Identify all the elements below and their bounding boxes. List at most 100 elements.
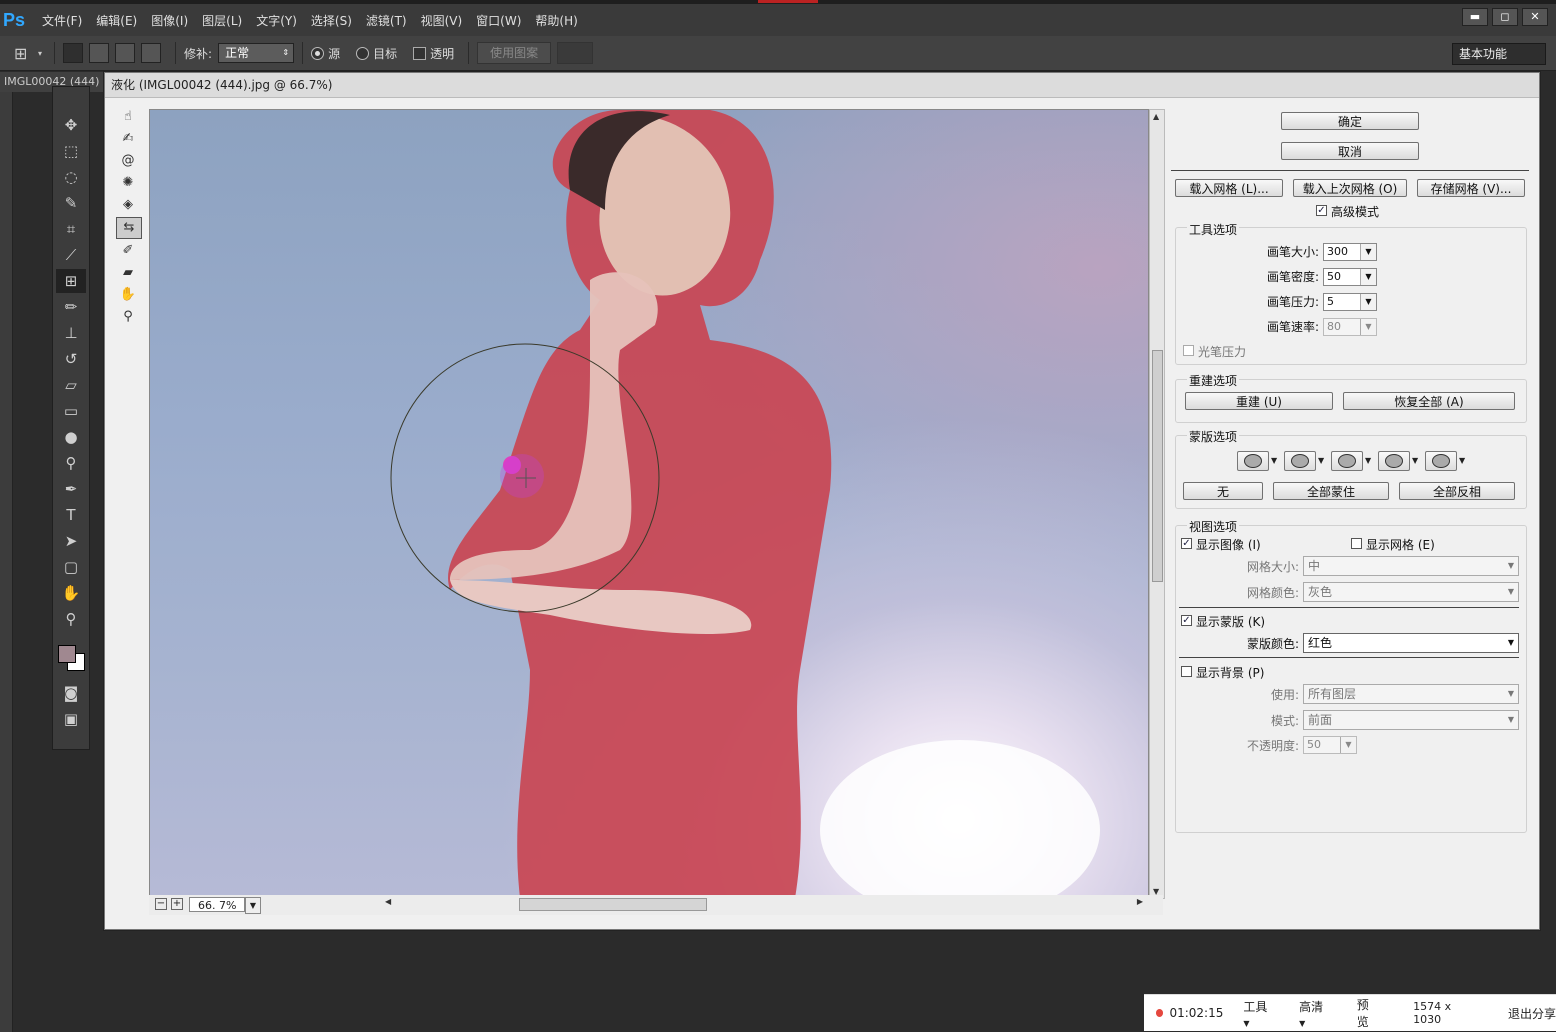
zoom-in-icon[interactable]: + (171, 898, 183, 910)
pucker-icon[interactable]: ✺ (116, 173, 140, 193)
show-image-checkbox[interactable]: ✓ (1181, 538, 1192, 549)
mask-all-button[interactable]: 全部蒙住 (1273, 482, 1389, 500)
menu-type[interactable]: 文字(Y) (256, 12, 297, 29)
brush-density-input[interactable]: 50 ▼ (1323, 268, 1377, 286)
menu-view[interactable]: 视图(V) (421, 12, 463, 29)
quick-mask-icon[interactable]: ◙ (56, 681, 86, 705)
stylus-pressure-checkbox[interactable] (1183, 345, 1194, 356)
recorder-quality-button[interactable]: 高清 ▼ (1299, 998, 1331, 1029)
forward-warp-icon[interactable]: ☝ (116, 107, 140, 127)
exit-share-button[interactable]: 退出分享 (1508, 1005, 1556, 1022)
mesh-color-select[interactable]: 灰色 ▼ (1303, 582, 1519, 602)
lasso-tool-icon[interactable]: ◌ (56, 165, 86, 189)
brush-pressure-input[interactable]: 5 ▼ (1323, 293, 1377, 311)
menu-help[interactable]: 帮助(H) (535, 12, 577, 29)
dropdown-arrow-icon[interactable]: ▼ (1360, 319, 1376, 335)
mask-none-button[interactable]: 无 (1183, 482, 1263, 500)
zoom-dropdown-icon[interactable]: ▼ (245, 897, 261, 914)
mask-replace-button[interactable] (1237, 451, 1269, 471)
gradient-tool-icon[interactable]: ▭ (56, 399, 86, 423)
load-mesh-button[interactable]: 载入网格 (L)... (1175, 179, 1283, 197)
menu-layer[interactable]: 图层(L) (202, 12, 242, 29)
marquee-tool-icon[interactable]: ⬚ (56, 139, 86, 163)
mask-invert-button[interactable] (1425, 451, 1457, 471)
dropdown-arrow-icon[interactable]: ▼ (1360, 294, 1376, 310)
show-mask-checkbox[interactable]: ✓ (1181, 615, 1192, 626)
recorder-preview-button[interactable]: 预览 (1357, 996, 1379, 1030)
type-tool-icon[interactable]: T (56, 503, 86, 527)
color-swatches[interactable] (53, 633, 89, 679)
screen-mode-icon[interactable]: ▣ (56, 707, 86, 731)
chevron-down-icon[interactable]: ▼ (1412, 456, 1418, 465)
menu-filter[interactable]: 滤镜(T) (366, 12, 407, 29)
minimize-button[interactable]: ▬ (1462, 8, 1488, 26)
opacity-input[interactable]: 50 ▼ (1303, 736, 1357, 754)
source-radio[interactable] (311, 46, 325, 60)
close-button[interactable]: ✕ (1522, 8, 1548, 26)
mode-select[interactable]: 前面 ▼ (1303, 710, 1519, 730)
cancel-button[interactable]: 取消 (1281, 142, 1419, 160)
mask-subtract-button[interactable] (1331, 451, 1363, 471)
show-backdrop-checkbox[interactable] (1181, 666, 1192, 677)
dropdown-arrow-icon[interactable]: ▼ (1340, 737, 1356, 753)
move-tool-icon[interactable]: ✥ (56, 113, 86, 137)
hand-tool-icon[interactable]: ✋ (56, 581, 86, 605)
zoom-out-icon[interactable]: − (155, 898, 167, 910)
new-selection-button[interactable] (63, 43, 84, 63)
horizontal-scrollbar[interactable]: ◀ ▶ (385, 897, 1143, 911)
patch-tool-icon[interactable]: ⊞ (14, 44, 38, 63)
chevron-down-icon[interactable]: ▼ (1271, 456, 1277, 465)
dodge-tool-icon[interactable]: ⚲ (56, 451, 86, 475)
use-select[interactable]: 所有图层 ▼ (1303, 684, 1519, 704)
path-select-tool-icon[interactable]: ➤ (56, 529, 86, 553)
transparent-checkbox[interactable] (413, 46, 427, 60)
reconstruct-button[interactable]: 重建 (U) (1185, 392, 1333, 410)
hand-icon[interactable]: ✋ (116, 285, 140, 305)
brush-rate-input[interactable]: 80 ▼ (1323, 318, 1377, 336)
pen-tool-icon[interactable]: ✒ (56, 477, 86, 501)
brush-tool-icon[interactable]: ✏ (56, 295, 86, 319)
target-radio[interactable] (356, 46, 370, 60)
scroll-right-icon[interactable]: ▶ (1137, 897, 1143, 906)
add-selection-button[interactable] (89, 43, 110, 63)
menu-edit[interactable]: 编辑(E) (96, 12, 137, 29)
subtract-selection-button[interactable] (115, 43, 136, 63)
bloat-icon[interactable]: ◈ (116, 195, 140, 215)
patch-mode-select[interactable]: 正常 ⇕ (218, 43, 295, 63)
intersect-selection-button[interactable] (141, 43, 162, 63)
shape-tool-icon[interactable]: ▢ (56, 555, 86, 579)
restore-all-button[interactable]: 恢复全部 (A) (1343, 392, 1515, 410)
mask-intersect-button[interactable] (1378, 451, 1410, 471)
foreground-color-swatch[interactable] (58, 645, 76, 663)
push-left-icon[interactable]: ⇆ (116, 217, 142, 239)
stamp-tool-icon[interactable]: ⊥ (56, 321, 86, 345)
blur-tool-icon[interactable]: ● (56, 425, 86, 449)
dropdown-arrow-icon[interactable]: ▼ (1360, 244, 1376, 260)
thaw-mask-icon[interactable]: ▰ (116, 263, 140, 283)
maximize-button[interactable]: ◻ (1492, 8, 1518, 26)
chevron-down-icon[interactable]: ▾ (38, 49, 42, 58)
zoom-tool-icon[interactable]: ⚲ (56, 607, 86, 631)
scroll-up-icon[interactable]: ▲ (1153, 112, 1159, 121)
workspace-select[interactable]: 基本功能 (1452, 43, 1546, 65)
ok-button[interactable]: 确定 (1281, 112, 1419, 130)
scroll-left-icon[interactable]: ◀ (385, 897, 391, 906)
save-mesh-button[interactable]: 存储网格 (V)... (1417, 179, 1525, 197)
menu-file[interactable]: 文件(F) (42, 12, 82, 29)
show-mesh-checkbox[interactable] (1351, 538, 1362, 549)
chevron-down-icon[interactable]: ▼ (1365, 456, 1371, 465)
zoom-field[interactable]: 66. 7% (189, 897, 245, 912)
history-brush-tool-icon[interactable]: ↺ (56, 347, 86, 371)
load-last-mesh-button[interactable]: 载入上次网格 (O) (1293, 179, 1407, 197)
menu-select[interactable]: 选择(S) (311, 12, 352, 29)
mesh-size-select[interactable]: 中 ▼ (1303, 556, 1519, 576)
eyedropper-tool-icon[interactable]: ⟋ (56, 243, 86, 267)
zoom-icon[interactable]: ⚲ (116, 307, 140, 327)
patch-tool-icon[interactable]: ⊞ (56, 269, 86, 293)
menu-image[interactable]: 图像(I) (151, 12, 188, 29)
menu-window[interactable]: 窗口(W) (476, 12, 521, 29)
invert-all-button[interactable]: 全部反相 (1399, 482, 1515, 500)
mask-color-select[interactable]: 红色 ▼ (1303, 633, 1519, 653)
brush-size-input[interactable]: 300 ▼ (1323, 243, 1377, 261)
reconstruct-icon[interactable]: ✍ (116, 129, 140, 149)
